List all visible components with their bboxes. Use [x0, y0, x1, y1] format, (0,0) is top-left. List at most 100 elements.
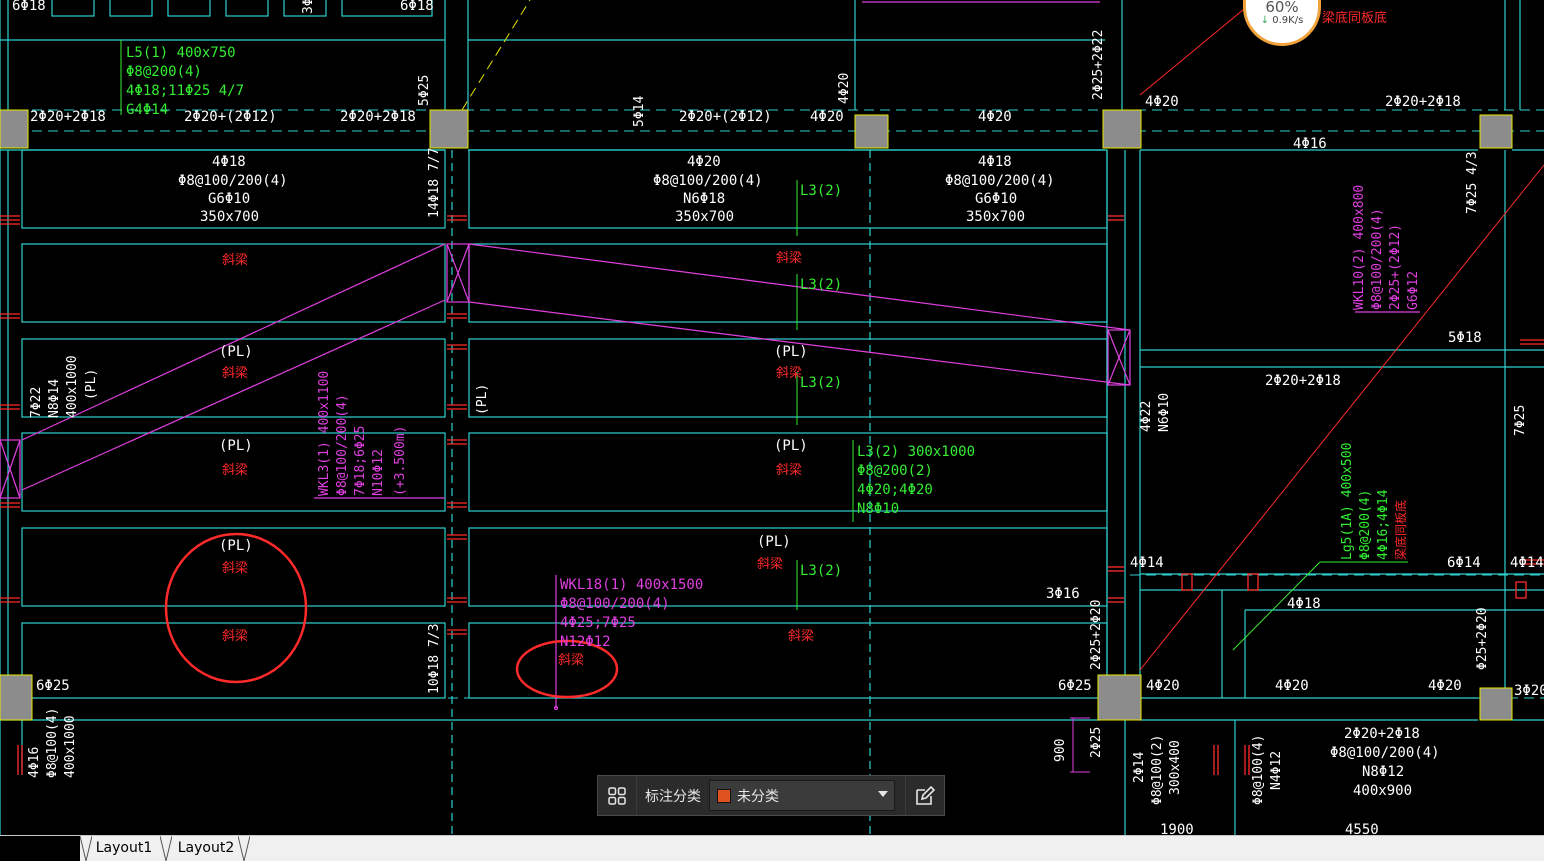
label: 4Φ20	[978, 109, 1012, 125]
label: N8Φ14	[47, 379, 62, 418]
label: 6Φ25	[1058, 678, 1092, 694]
label: 4Φ18;11Φ25 4/7	[126, 83, 244, 99]
label: 350x700	[200, 209, 259, 225]
label: L5(1) 400x750	[126, 45, 236, 61]
label: Φ8@100/200(4)	[1370, 208, 1385, 310]
label: 400x1000	[63, 715, 78, 778]
label: 2Φ20+(2Φ12)	[679, 109, 772, 125]
label: 2Φ25+2Φ20	[1089, 600, 1104, 670]
label: 5Φ18	[1448, 330, 1482, 346]
label: 4Φ18	[212, 154, 246, 170]
annotation-category-toolbar: 标注分类 未分类	[597, 775, 945, 816]
dimension-marks	[1070, 717, 1090, 773]
label: Φ8@200(4)	[126, 64, 202, 80]
label: 4550	[1345, 822, 1379, 835]
label: 4Φ14	[1130, 555, 1164, 571]
layout-tab-bar: 模型 Layout1 Layout2	[0, 835, 1544, 861]
label: 4Φ20	[687, 154, 721, 170]
label: 4Φ20	[1275, 678, 1309, 694]
label: 4Φ22	[1139, 401, 1154, 432]
slope-beam-label: 斜梁	[222, 629, 248, 644]
label: Φ8@100/200(4)	[178, 173, 288, 189]
label: 2Φ20+(2Φ12)	[184, 109, 277, 125]
category-select[interactable]: 未分类	[709, 780, 895, 811]
slope-beam-label: 斜梁	[776, 366, 802, 381]
label: 4Φ18	[1287, 596, 1321, 612]
tab-model[interactable]: 模型	[0, 836, 80, 861]
label: 4Φ20	[837, 73, 852, 104]
label: N6Φ10	[1157, 393, 1172, 432]
label: Φ8@100/200(4)	[1330, 745, 1440, 761]
label: 3Φ16	[1046, 586, 1080, 602]
label: G6Φ10	[208, 191, 250, 207]
label: 4Φ20	[1146, 678, 1180, 694]
edit-export-icon[interactable]	[905, 776, 944, 815]
label: Φ8@200(2)	[857, 463, 933, 479]
label: N12Φ12	[560, 634, 611, 650]
label: Φ8@100/200(4)	[335, 394, 350, 496]
slope-beam-label: 斜梁	[757, 557, 783, 572]
label: 400x1000	[65, 355, 80, 418]
category-label: 标注分类	[645, 788, 701, 805]
slope-beam-label: 斜梁	[222, 253, 248, 268]
label: WKL10(2) 400x800	[1352, 185, 1367, 310]
label: N8Φ12	[1362, 764, 1404, 780]
label: 2Φ20+2Φ18	[340, 109, 416, 125]
label: (PL)	[219, 538, 253, 554]
red-rotated-labels: 梁底同板底	[1393, 500, 1408, 560]
label: Lg5(1A) 400x500	[1340, 443, 1355, 560]
label: G6Φ10	[975, 191, 1017, 207]
slope-beam-label: 斜梁	[222, 561, 248, 576]
note-label: 梁底同板底	[1322, 10, 1387, 26]
slope-beam-label: 斜梁	[776, 463, 802, 478]
label: N4Φ12	[1269, 751, 1284, 790]
label: 350x700	[966, 209, 1025, 225]
label: WKL3(1) 400x1100	[317, 371, 332, 496]
label: 5Φ14	[632, 96, 647, 127]
label: 6Φ14	[1447, 555, 1481, 571]
label: 3Φ20	[1514, 683, 1544, 699]
label: 2Φ20+2Φ18	[30, 109, 106, 125]
slope-beam-label: 斜梁	[222, 366, 248, 381]
label: (PL)	[774, 344, 808, 360]
cad-drawing-area[interactable]: 6Φ18 6Φ18 2Φ20+2Φ18 2Φ20+(2Φ12) 2Φ20+2Φ1…	[0, 0, 1544, 835]
cad-canvas[interactable]: 6Φ18 6Φ18 2Φ20+2Φ18 2Φ20+(2Φ12) 2Φ20+2Φ1…	[0, 0, 1544, 835]
red-reference-lines	[1139, 0, 1544, 671]
label: 900	[1053, 739, 1068, 762]
label: L3(2)	[800, 563, 842, 579]
label: 4Φ25;7Φ25	[560, 615, 636, 631]
category-selected-value: 未分类	[737, 788, 779, 805]
label: 4Φ20	[810, 109, 844, 125]
label: (PL)	[757, 534, 791, 550]
label: 6Φ18	[400, 0, 434, 14]
beam-lines	[0, 0, 1544, 835]
label: G6Φ12	[1406, 271, 1421, 310]
label: 7Φ25	[1513, 405, 1528, 436]
label: L3(2)	[800, 183, 842, 199]
tab-layout2[interactable]: Layout2	[168, 836, 244, 861]
label: 4Φ16;4Φ14	[1376, 489, 1391, 560]
label: 3Φ	[301, 0, 316, 14]
label: 4Φ16	[1293, 136, 1327, 152]
category-color-swatch	[717, 788, 731, 803]
label: G4Φ14	[126, 102, 168, 118]
label: (PL)	[774, 438, 808, 454]
label: Φ8@100(2)	[1150, 735, 1165, 805]
label: 4Φ18	[978, 154, 1012, 170]
grid-four-icon[interactable]	[598, 776, 637, 815]
tab-layout1[interactable]: Layout1	[86, 836, 162, 861]
label: (PL)	[219, 344, 253, 360]
slope-beam-label: 斜梁	[558, 653, 584, 668]
label: Φ8@100(4)	[1251, 735, 1266, 805]
label: Φ8@200(4)	[1358, 490, 1373, 560]
label: 400x900	[1353, 783, 1412, 799]
label: 6Φ18	[12, 0, 46, 14]
label: 4Φ16	[27, 747, 42, 778]
label: 4Φ14	[1510, 555, 1544, 571]
label: 4Φ20	[1428, 678, 1462, 694]
label: L3(2)	[800, 375, 842, 391]
slope-beam-label: 斜梁	[776, 251, 802, 266]
down-arrow-icon: ↓	[1260, 15, 1270, 26]
label: 4Φ20;4Φ20	[857, 482, 933, 498]
label: (PL)	[219, 438, 253, 454]
